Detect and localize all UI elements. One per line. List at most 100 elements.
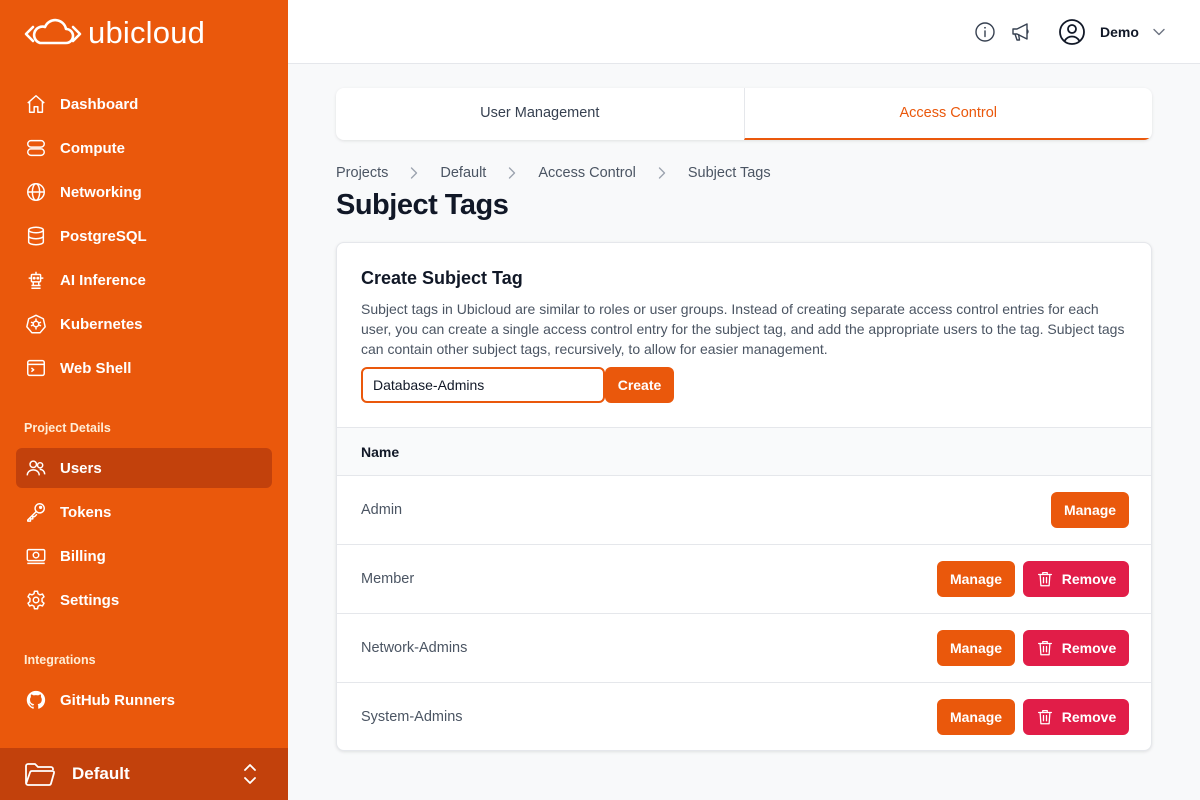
breadcrumb: Projects Default Access Control Subject … <box>336 165 771 181</box>
remove-button[interactable]: Remove <box>1023 699 1129 735</box>
sidebar-item-github-runners[interactable]: GitHub Runners <box>16 680 272 720</box>
breadcrumb-projects[interactable]: Projects <box>336 165 388 181</box>
row-actions: Manage <box>1051 492 1129 528</box>
cloud-logo-icon <box>24 18 82 45</box>
sidebar-item-settings[interactable]: Settings <box>16 580 272 620</box>
trash-icon <box>1037 640 1052 656</box>
remove-button[interactable]: Remove <box>1023 630 1129 666</box>
megaphone-icon[interactable] <box>1009 20 1033 44</box>
sidebar-item-tokens[interactable]: Tokens <box>16 492 272 532</box>
row-actions: Manage Remove <box>937 699 1129 735</box>
sidebar-item-label: Tokens <box>60 503 112 521</box>
breadcrumb-subject-tags[interactable]: Subject Tags <box>688 165 771 181</box>
page-title: Subject Tags <box>336 189 509 221</box>
subject-tag-name: Network-Admins <box>361 640 468 656</box>
manage-button[interactable]: Manage <box>937 561 1015 597</box>
project-switcher[interactable]: Default <box>0 748 288 800</box>
sidebar-item-dashboard[interactable]: Dashboard <box>16 84 272 124</box>
breadcrumb-access-control[interactable]: Access Control <box>538 165 636 181</box>
table-row: System-Admins Manage Remove <box>337 683 1151 750</box>
sidebar-item-label: Billing <box>60 547 106 565</box>
ubicloud-logo[interactable]: ubicloud <box>24 16 205 50</box>
sidebar: ubicloud Dashboard Compute Networking Po… <box>0 0 288 800</box>
sidebar-item-ai-inference[interactable]: AI Inference <box>16 260 272 300</box>
integrations-nav: GitHub Runners <box>16 680 272 724</box>
user-avatar-icon <box>1059 19 1085 45</box>
manage-button[interactable]: Manage <box>937 630 1015 666</box>
trash-icon <box>1037 571 1052 587</box>
subject-tag-name: Member <box>361 571 415 587</box>
sidebar-item-label: Compute <box>60 139 125 157</box>
table-header: Name <box>337 427 1151 476</box>
table-row: Network-Admins Manage Remove <box>337 614 1151 683</box>
sidebar-item-label: PostgreSQL <box>60 227 147 245</box>
subject-tag-name: System-Admins <box>361 709 463 725</box>
users-icon <box>24 456 48 480</box>
chevron-up-down-icon <box>244 764 256 784</box>
key-icon <box>24 500 48 524</box>
server-icon <box>24 136 48 160</box>
top-bar: Demo <box>288 0 1200 64</box>
sidebar-item-compute[interactable]: Compute <box>16 128 272 168</box>
sidebar-item-networking[interactable]: Networking <box>16 172 272 212</box>
sidebar-item-postgresql[interactable]: PostgreSQL <box>16 216 272 256</box>
project-nav: Users Tokens Billing Settings <box>16 448 272 624</box>
sidebar-item-label: Settings <box>60 591 120 609</box>
sidebar-item-label: Kubernetes <box>60 315 143 333</box>
sidebar-item-web-shell[interactable]: Web Shell <box>16 348 272 388</box>
sidebar-item-billing[interactable]: Billing <box>16 536 272 576</box>
main-nav: Dashboard Compute Networking PostgreSQL … <box>16 84 272 392</box>
row-actions: Manage Remove <box>937 630 1129 666</box>
app-name: ubicloud <box>88 15 206 50</box>
banknote-icon <box>24 544 48 568</box>
create-subject-tag-heading: Create Subject Tag <box>361 268 523 288</box>
info-icon[interactable] <box>973 20 997 44</box>
create-button[interactable]: Create <box>605 367 674 403</box>
subject-tag-name: Admin <box>361 502 403 518</box>
table-row: Admin Manage <box>337 476 1151 545</box>
remove-button-label: Remove <box>1061 709 1117 725</box>
user-name: Demo <box>1100 24 1139 40</box>
globe-icon <box>24 180 48 204</box>
home-icon <box>24 92 48 116</box>
gear-icon <box>24 588 48 612</box>
chevron-down-icon <box>1153 28 1165 36</box>
tab-access-control[interactable]: Access Control <box>743 88 1152 140</box>
sidebar-item-kubernetes[interactable]: Kubernetes <box>16 304 272 344</box>
kubernetes-icon <box>24 312 48 336</box>
robot-icon <box>24 268 48 292</box>
create-subject-tag-description: Subject tags in Ubicloud are similar to … <box>361 301 1125 357</box>
subject-tags-card: Create Subject Tag Subject tags in Ubicl… <box>336 242 1152 751</box>
sidebar-item-label: Web Shell <box>60 359 132 377</box>
remove-button[interactable]: Remove <box>1023 561 1129 597</box>
sidebar-item-users[interactable]: Users <box>16 448 272 488</box>
database-icon <box>24 224 48 248</box>
sidebar-item-label: Users <box>60 459 102 477</box>
project-details-heading: Project Details <box>24 421 111 435</box>
trash-icon <box>1037 709 1052 725</box>
sidebar-item-label: GitHub Runners <box>60 691 175 709</box>
chevron-right-icon <box>508 167 516 179</box>
sidebar-item-label: Networking <box>60 183 142 201</box>
chevron-right-icon <box>658 167 666 179</box>
subject-tag-name-input[interactable] <box>361 367 605 403</box>
table-row: Member Manage Remove <box>337 545 1151 614</box>
breadcrumb-default[interactable]: Default <box>440 165 486 181</box>
access-tabs: User Management Access Control <box>336 88 1152 140</box>
terminal-icon <box>24 356 48 380</box>
github-icon <box>24 688 48 712</box>
sidebar-item-label: Dashboard <box>60 95 139 113</box>
folder-icon <box>25 763 55 786</box>
remove-button-label: Remove <box>1061 571 1117 587</box>
remove-button-label: Remove <box>1061 640 1117 656</box>
manage-button[interactable]: Manage <box>937 699 1015 735</box>
user-menu[interactable]: Demo <box>1058 16 1165 48</box>
project-switcher-label: Default <box>72 764 130 783</box>
sidebar-item-label: AI Inference <box>60 271 146 289</box>
manage-button[interactable]: Manage <box>1051 492 1129 528</box>
tab-user-management[interactable]: User Management <box>336 88 744 140</box>
row-actions: Manage Remove <box>937 561 1129 597</box>
integrations-heading: Integrations <box>24 653 96 667</box>
chevron-right-icon <box>410 167 418 179</box>
column-header-name: Name <box>361 444 400 460</box>
